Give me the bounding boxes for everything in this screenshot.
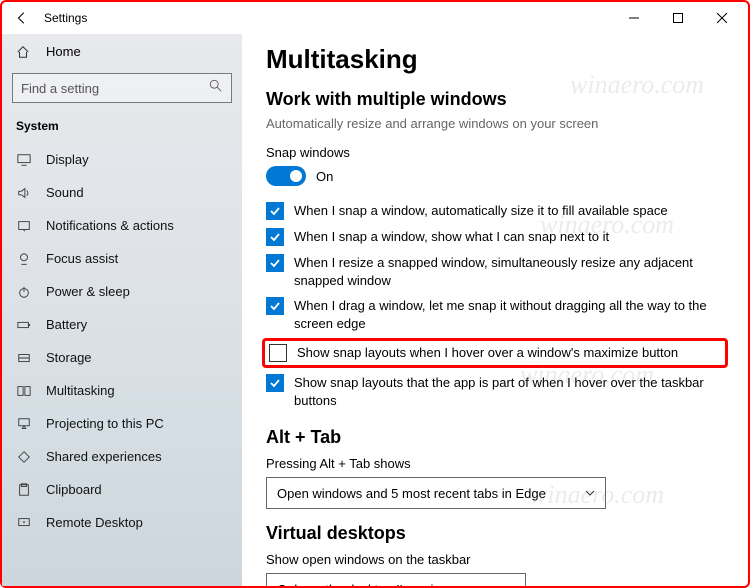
- sidebar-item-label: Shared experiences: [46, 449, 162, 464]
- sidebar-item-focus-assist[interactable]: Focus assist: [2, 242, 242, 275]
- section-heading-snap: Work with multiple windows: [266, 89, 724, 110]
- battery-icon: [16, 318, 32, 332]
- sound-icon: [16, 186, 32, 200]
- snap-windows-toggle[interactable]: [266, 166, 306, 186]
- check-label: When I resize a snapped window, simultan…: [294, 254, 724, 289]
- sidebar-item-label: Projecting to this PC: [46, 416, 164, 431]
- minimize-button[interactable]: [612, 4, 656, 32]
- section-desc: Automatically resize and arrange windows…: [266, 116, 724, 131]
- checkbox-drag-snap[interactable]: [266, 297, 284, 315]
- alttab-dropdown[interactable]: Open windows and 5 most recent tabs in E…: [266, 477, 606, 509]
- sidebar-item-power[interactable]: Power & sleep: [2, 275, 242, 308]
- sidebar-item-multitasking[interactable]: Multitasking: [2, 374, 242, 407]
- content-area: Multitasking Work with multiple windows …: [242, 34, 748, 586]
- close-button[interactable]: [700, 4, 744, 32]
- remote-icon: [16, 516, 32, 530]
- focus-assist-icon: [16, 252, 32, 266]
- sidebar-item-label: Multitasking: [46, 383, 115, 398]
- sidebar-item-label: Storage: [46, 350, 92, 365]
- checkbox-snap-layouts-taskbar[interactable]: [266, 374, 284, 392]
- back-button[interactable]: [12, 8, 32, 28]
- sidebar-item-label: Power & sleep: [46, 284, 130, 299]
- sidebar-item-shared[interactable]: Shared experiences: [2, 440, 242, 473]
- check-label: Show snap layouts that the app is part o…: [294, 374, 724, 409]
- check-label: When I drag a window, let me snap it wit…: [294, 297, 724, 332]
- sidebar-item-label: Remote Desktop: [46, 515, 143, 530]
- snap-windows-label: Snap windows: [266, 145, 724, 160]
- section-label: System: [2, 115, 242, 143]
- checkbox-show-next[interactable]: [266, 228, 284, 246]
- sidebar-item-label: Notifications & actions: [46, 218, 174, 233]
- search-box[interactable]: [12, 73, 232, 103]
- virtual-label: Show open windows on the taskbar: [266, 552, 724, 567]
- check-row: When I resize a snapped window, simultan…: [266, 250, 724, 293]
- sidebar: Home System Display Sound Notifications …: [2, 34, 242, 586]
- checkbox-snap-layouts-hover[interactable]: [269, 344, 287, 362]
- check-label: Show snap layouts when I hover over a wi…: [297, 344, 678, 362]
- sidebar-item-label: Focus assist: [46, 251, 118, 266]
- checkbox-resize-adjacent[interactable]: [266, 254, 284, 272]
- virtual-dropdown[interactable]: Only on the desktop I'm using: [266, 573, 526, 586]
- home-label: Home: [46, 44, 81, 59]
- search-icon: [209, 79, 223, 98]
- home-icon: [16, 45, 32, 59]
- check-row-highlighted: Show snap layouts when I hover over a wi…: [262, 338, 728, 368]
- toggle-state-text: On: [316, 169, 333, 184]
- sidebar-item-notifications[interactable]: Notifications & actions: [2, 209, 242, 242]
- check-row: When I drag a window, let me snap it wit…: [266, 293, 724, 336]
- checkbox-auto-size[interactable]: [266, 202, 284, 220]
- check-label: When I snap a window, automatically size…: [294, 202, 668, 220]
- dropdown-value: Open windows and 5 most recent tabs in E…: [277, 486, 546, 501]
- sidebar-item-display[interactable]: Display: [2, 143, 242, 176]
- chevron-down-icon: [505, 582, 515, 586]
- storage-icon: [16, 351, 32, 365]
- multitasking-icon: [16, 384, 32, 398]
- window-title: Settings: [44, 11, 87, 25]
- check-label: When I snap a window, show what I can sn…: [294, 228, 609, 246]
- search-input[interactable]: [21, 81, 191, 96]
- sidebar-item-label: Display: [46, 152, 89, 167]
- home-nav[interactable]: Home: [2, 38, 242, 65]
- sidebar-item-projecting[interactable]: Projecting to this PC: [2, 407, 242, 440]
- alttab-label: Pressing Alt + Tab shows: [266, 456, 724, 471]
- page-title: Multitasking: [266, 44, 724, 75]
- display-icon: [16, 153, 32, 167]
- check-row: Show snap layouts that the app is part o…: [266, 370, 724, 413]
- section-heading-virtual: Virtual desktops: [266, 523, 724, 544]
- sidebar-item-label: Battery: [46, 317, 87, 332]
- sidebar-item-battery[interactable]: Battery: [2, 308, 242, 341]
- maximize-button[interactable]: [656, 4, 700, 32]
- chevron-down-icon: [585, 486, 595, 501]
- check-row: When I snap a window, show what I can sn…: [266, 224, 724, 250]
- sidebar-item-storage[interactable]: Storage: [2, 341, 242, 374]
- sidebar-item-clipboard[interactable]: Clipboard: [2, 473, 242, 506]
- check-row: When I snap a window, automatically size…: [266, 198, 724, 224]
- sidebar-item-remote[interactable]: Remote Desktop: [2, 506, 242, 539]
- shared-icon: [16, 450, 32, 464]
- section-heading-alttab: Alt + Tab: [266, 427, 724, 448]
- dropdown-value: Only on the desktop I'm using: [277, 582, 448, 586]
- projecting-icon: [16, 417, 32, 431]
- sidebar-item-label: Clipboard: [46, 482, 102, 497]
- sidebar-item-sound[interactable]: Sound: [2, 176, 242, 209]
- notifications-icon: [16, 219, 32, 233]
- sidebar-item-label: Sound: [46, 185, 84, 200]
- clipboard-icon: [16, 483, 32, 497]
- power-icon: [16, 285, 32, 299]
